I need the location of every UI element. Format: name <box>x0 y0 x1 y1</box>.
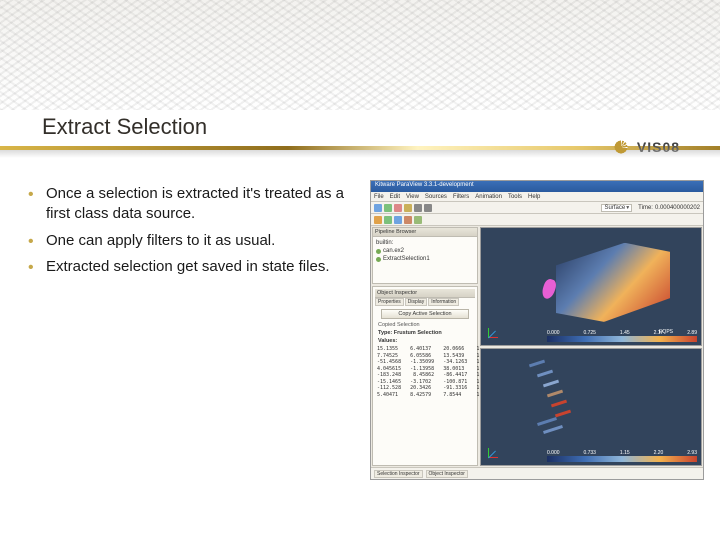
menu-item[interactable]: File <box>374 194 384 200</box>
menu-item[interactable]: Edit <box>390 194 400 200</box>
pipeline-item[interactable]: ExtractSelection1 <box>376 255 474 263</box>
pipeline-tree[interactable]: builtin: can.ex2 ExtractSelection1 <box>373 237 477 283</box>
inspector-tabs: Properties Display Information <box>375 298 475 306</box>
filter-icon[interactable] <box>374 216 382 224</box>
pipeline-item[interactable]: can.ex2 <box>376 247 474 255</box>
filter-icon[interactable] <box>394 216 402 224</box>
menu-item[interactable]: View <box>406 194 419 200</box>
visibility-icon[interactable] <box>376 257 381 262</box>
menu-item[interactable]: Help <box>528 194 540 200</box>
slide-header-texture <box>0 0 720 110</box>
filter-icon[interactable] <box>404 216 412 224</box>
panel-header: Pipeline Browser <box>373 228 477 237</box>
selection-highlight <box>540 278 558 301</box>
toolbar-row-1: Surface Time: 0.000400000202 <box>371 202 703 214</box>
representation-dropdown[interactable]: Surface <box>601 204 632 212</box>
undo-icon[interactable] <box>414 204 422 212</box>
object-inspector-panel: Object Inspector Properties Display Info… <box>372 286 478 466</box>
menu-item[interactable]: Animation <box>475 194 502 200</box>
time-value: 0.000400000202 <box>655 205 700 211</box>
save-icon[interactable] <box>384 204 392 212</box>
toolbar-row-2 <box>371 214 703 226</box>
menu-item[interactable]: Tools <box>508 194 522 200</box>
status-tab[interactable]: Object Inspector <box>426 470 468 478</box>
tab-display[interactable]: Display <box>405 298 427 306</box>
bullet-item: Extracted selection get saved in state f… <box>24 257 354 277</box>
time-label: Time: <box>638 205 653 211</box>
filter-icon[interactable] <box>384 216 392 224</box>
selection-type: Type: Frustum Selection <box>375 328 475 338</box>
menu-item[interactable]: Filters <box>453 194 469 200</box>
status-bar: Selection Inspector Object Inspector <box>371 467 703 479</box>
colorbar <box>547 456 697 462</box>
render-view-bottom[interactable]: 0.000 0.733 1.15 2.20 2.93 <box>480 348 702 467</box>
panel-header: Object Inspector <box>375 289 475 298</box>
redo-icon[interactable] <box>424 204 432 212</box>
bullet-item: One can apply filters to it as usual. <box>24 231 354 251</box>
tab-information[interactable]: Information <box>428 298 459 306</box>
orientation-axes-icon <box>485 325 501 341</box>
menu-bar: File Edit View Sources Filters Animation… <box>371 192 703 202</box>
pipeline-item[interactable]: builtin: <box>376 239 474 247</box>
window-titlebar: Kitware ParaView 3.3.1-development <box>371 181 703 192</box>
pipeline-browser-panel: Pipeline Browser builtin: can.ex2 Extrac… <box>372 227 478 284</box>
bullet-list: Once a selection is extracted it's treat… <box>24 184 354 283</box>
colorbar <box>547 336 697 342</box>
bullet-item: Once a selection is extracted it's treat… <box>24 184 354 225</box>
open-icon[interactable] <box>374 204 382 212</box>
menu-item[interactable]: Sources <box>425 194 447 200</box>
filter-icon[interactable] <box>414 216 422 224</box>
selection-values: 15.1355 6.40137 20.0666 1 7.74525 6.0558… <box>375 344 475 400</box>
visibility-icon[interactable] <box>376 249 381 254</box>
glyph-field <box>529 362 661 439</box>
render-view-top[interactable]: EQPS 0.000 0.725 1.45 2.17 2.89 <box>480 227 702 346</box>
connect-icon[interactable] <box>394 204 402 212</box>
logo-burst-icon <box>610 136 632 158</box>
help-icon[interactable] <box>404 204 412 212</box>
paraview-screenshot: Kitware ParaView 3.3.1-development File … <box>370 180 704 480</box>
copy-active-selection-button[interactable]: Copy Active Selection <box>381 309 469 319</box>
orientation-axes-icon <box>485 445 501 461</box>
status-tab[interactable]: Selection Inspector <box>374 470 423 478</box>
conference-logo: VIS08 <box>590 132 700 162</box>
tab-properties[interactable]: Properties <box>375 298 404 306</box>
logo-text: VIS08 <box>637 139 680 155</box>
slide-title: Extract Selection <box>42 114 207 140</box>
